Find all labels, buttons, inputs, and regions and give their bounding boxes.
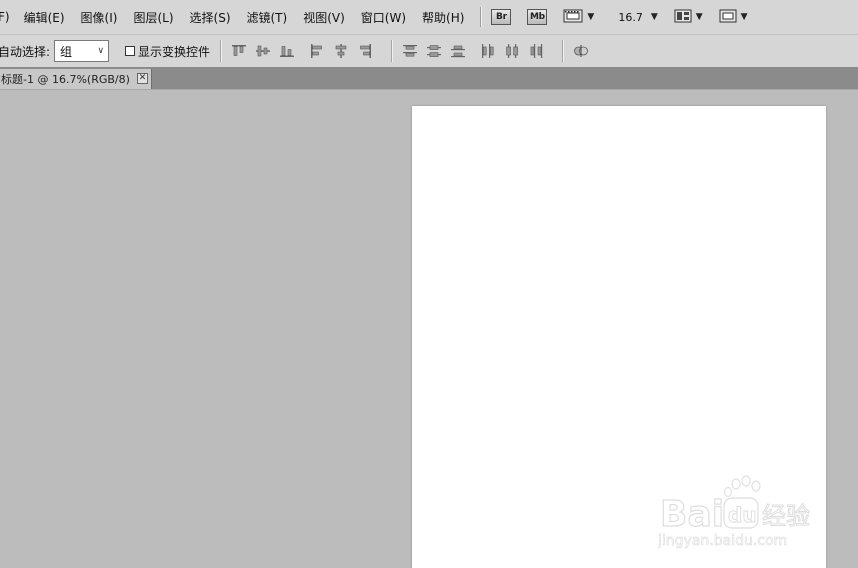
menu-select[interactable]: 选择(S) <box>190 9 231 26</box>
distribute-horizontal-centers-icon[interactable] <box>504 43 520 59</box>
chevron-down-icon: ▼ <box>650 12 658 22</box>
svg-text:Bai: Bai <box>660 494 724 535</box>
arrange-icon <box>674 8 692 27</box>
align-right-edges-icon[interactable] <box>357 43 373 59</box>
chevron-down-icon: ▼ <box>695 12 703 22</box>
align-bottom-edges-icon[interactable] <box>279 43 295 59</box>
zoom-level-value: 16.7 <box>618 10 643 24</box>
film-strip-icon <box>563 8 583 27</box>
distribute-right-edges-icon[interactable] <box>528 43 544 59</box>
svg-text:du: du <box>728 503 757 527</box>
menu-help[interactable]: 帮助(H) <box>422 9 464 26</box>
bridge-button[interactable]: Br <box>491 9 512 25</box>
align-top-edges-icon[interactable] <box>231 43 247 59</box>
menu-separator <box>480 7 482 27</box>
chevron-down-icon: ▼ <box>740 12 748 22</box>
distribute-bottom-edges-icon[interactable] <box>450 43 466 59</box>
document-tab-title: 标题-1 @ 16.7%(RGB/8) <box>1 73 130 86</box>
arrange-documents-button[interactable]: ▼ <box>674 8 703 27</box>
document-tab[interactable]: 标题-1 @ 16.7%(RGB/8) ✕ <box>0 69 152 89</box>
options-bar: 自动选择: 组 ∨ 显示变换控件 <box>0 34 858 67</box>
mini-bridge-icon: Mb <box>527 9 548 25</box>
auto-select-label: 自动选择: <box>0 44 51 59</box>
chevron-down-icon: ▼ <box>587 12 595 22</box>
svg-text:经验: 经验 <box>762 502 810 530</box>
zoom-level-select[interactable]: 16.7 ▼ <box>618 11 657 24</box>
svg-text:jingyan.baidu.com: jingyan.baidu.com <box>658 533 787 549</box>
view-extras-button[interactable]: ▼ <box>563 8 594 27</box>
show-transform-controls-label: 显示变换控件 <box>138 44 211 59</box>
align-vertical-centers-icon[interactable] <box>255 43 271 59</box>
checkbox-box <box>125 46 136 56</box>
menu-file[interactable]: F) <box>0 10 10 24</box>
menu-edit[interactable]: 编辑(E) <box>24 9 65 26</box>
distribute-left-edges-icon[interactable] <box>480 43 496 59</box>
align-buttons <box>231 43 381 59</box>
menu-layer[interactable]: 图层(L) <box>133 9 173 26</box>
distribute-top-edges-icon[interactable] <box>402 43 418 59</box>
document-tab-strip: 标题-1 @ 16.7%(RGB/8) ✕ <box>0 67 858 89</box>
screen-mode-icon <box>719 8 737 27</box>
menu-image[interactable]: 图像(I) <box>81 9 118 26</box>
menu-window[interactable]: 窗口(W) <box>361 9 406 26</box>
bridge-icon: Br <box>491 9 512 25</box>
close-icon[interactable]: ✕ <box>137 73 148 84</box>
auto-select-dropdown[interactable]: 组 ∨ <box>54 40 110 62</box>
screen-mode-button[interactable]: ▼ <box>719 8 748 27</box>
auto-select-value: 组 <box>60 44 73 59</box>
menu-view[interactable]: 视图(V) <box>303 9 345 26</box>
align-left-edges-icon[interactable] <box>309 43 325 59</box>
align-horizontal-centers-icon[interactable] <box>333 43 349 59</box>
auto-align-layers-icon[interactable] <box>573 43 589 59</box>
distribute-vertical-centers-icon[interactable] <box>426 43 442 59</box>
options-separator <box>220 40 222 62</box>
menu-bar: F) 编辑(E) 图像(I) 图层(L) 选择(S) 滤镜(T) 视图(V) 窗… <box>0 0 858 34</box>
chevron-down-icon: ∨ <box>97 46 105 56</box>
mini-bridge-button[interactable]: Mb <box>527 9 548 25</box>
menu-filter[interactable]: 滤镜(T) <box>247 9 288 26</box>
options-separator <box>562 40 564 62</box>
baidu-watermark-logo: Bai du 经验 jingyan.baidu.com <box>658 472 818 552</box>
show-transform-controls-checkbox[interactable]: 显示变换控件 <box>125 43 210 60</box>
distribute-buttons <box>402 43 552 59</box>
options-separator <box>391 40 393 62</box>
